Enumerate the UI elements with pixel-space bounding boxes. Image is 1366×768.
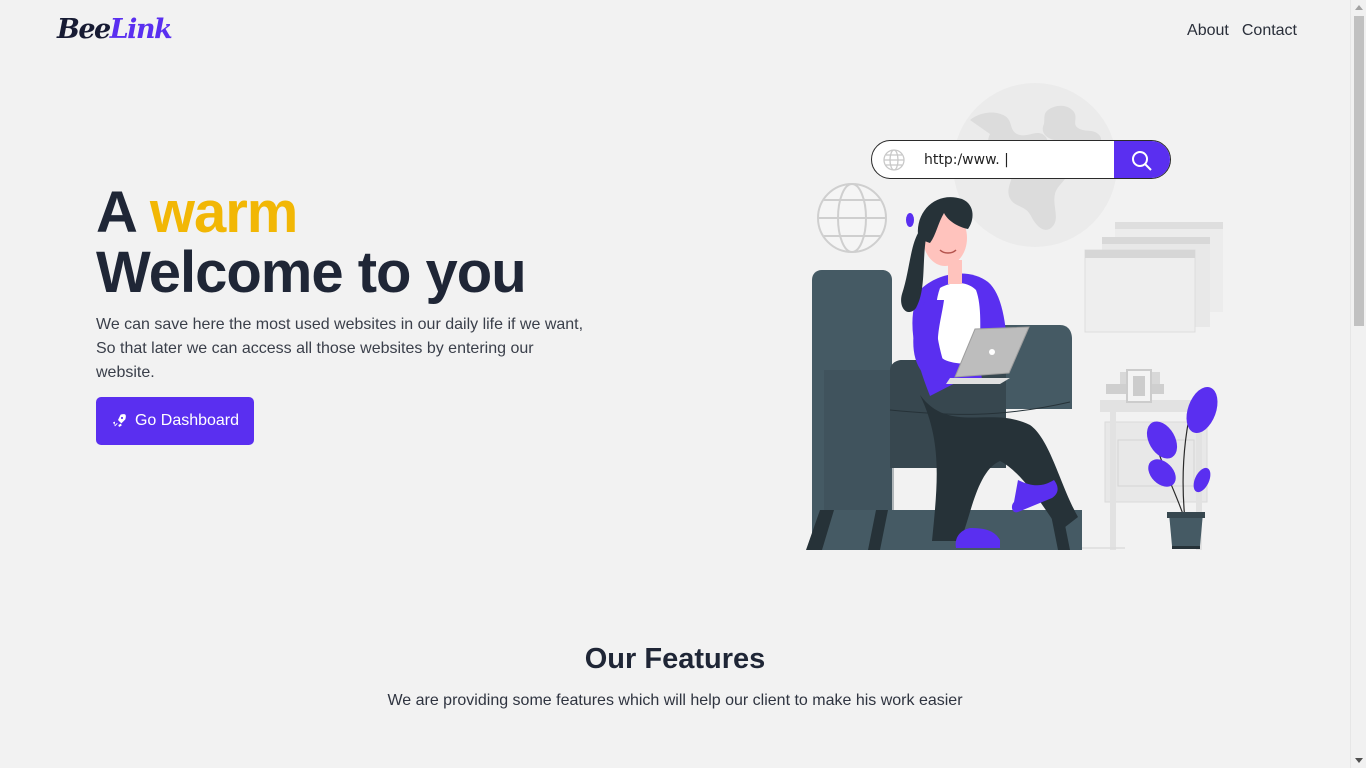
small-globe <box>817 183 887 253</box>
page: BeeLink About Contact A warm Welcome to … <box>0 0 1350 768</box>
search-button[interactable] <box>1114 141 1170 178</box>
page-scrollbar[interactable] <box>1350 0 1366 768</box>
scrollbar-thumb[interactable] <box>1354 16 1364 326</box>
url-input[interactable] <box>916 151 1106 168</box>
globe-icon <box>872 148 916 172</box>
scroll-down-arrow-icon[interactable] <box>1355 758 1363 763</box>
nav-link-about[interactable]: About <box>1187 22 1229 40</box>
hero-title-accent: warm <box>149 180 299 245</box>
hero-title-line2: Welcome to you <box>96 240 527 305</box>
brand-logo-part2: Link <box>109 14 173 45</box>
top-nav: About Contact <box>1187 22 1297 40</box>
search-icon <box>1132 150 1152 171</box>
features-title: Our Features <box>584 643 766 675</box>
nav-link-contact[interactable]: Contact <box>1242 22 1297 40</box>
hero-description: We can save here the most used websites … <box>96 316 584 381</box>
go-dashboard-label: Go Dashboard <box>134 412 240 429</box>
brand-logo-part1: Bee <box>57 14 111 45</box>
url-search-bar[interactable] <box>871 140 1171 179</box>
features-subtitle: We are providing some features which wil… <box>387 692 963 709</box>
brand-logo[interactable]: BeeLink <box>57 14 173 45</box>
scroll-up-arrow-icon[interactable] <box>1355 5 1363 10</box>
hero-title: A warm Welcome to you <box>96 180 527 305</box>
go-dashboard-button[interactable]: Go Dashboard <box>96 397 254 445</box>
rocket-icon <box>112 414 126 427</box>
hero-title-a: A <box>96 180 136 245</box>
browser-windows <box>1084 222 1223 333</box>
